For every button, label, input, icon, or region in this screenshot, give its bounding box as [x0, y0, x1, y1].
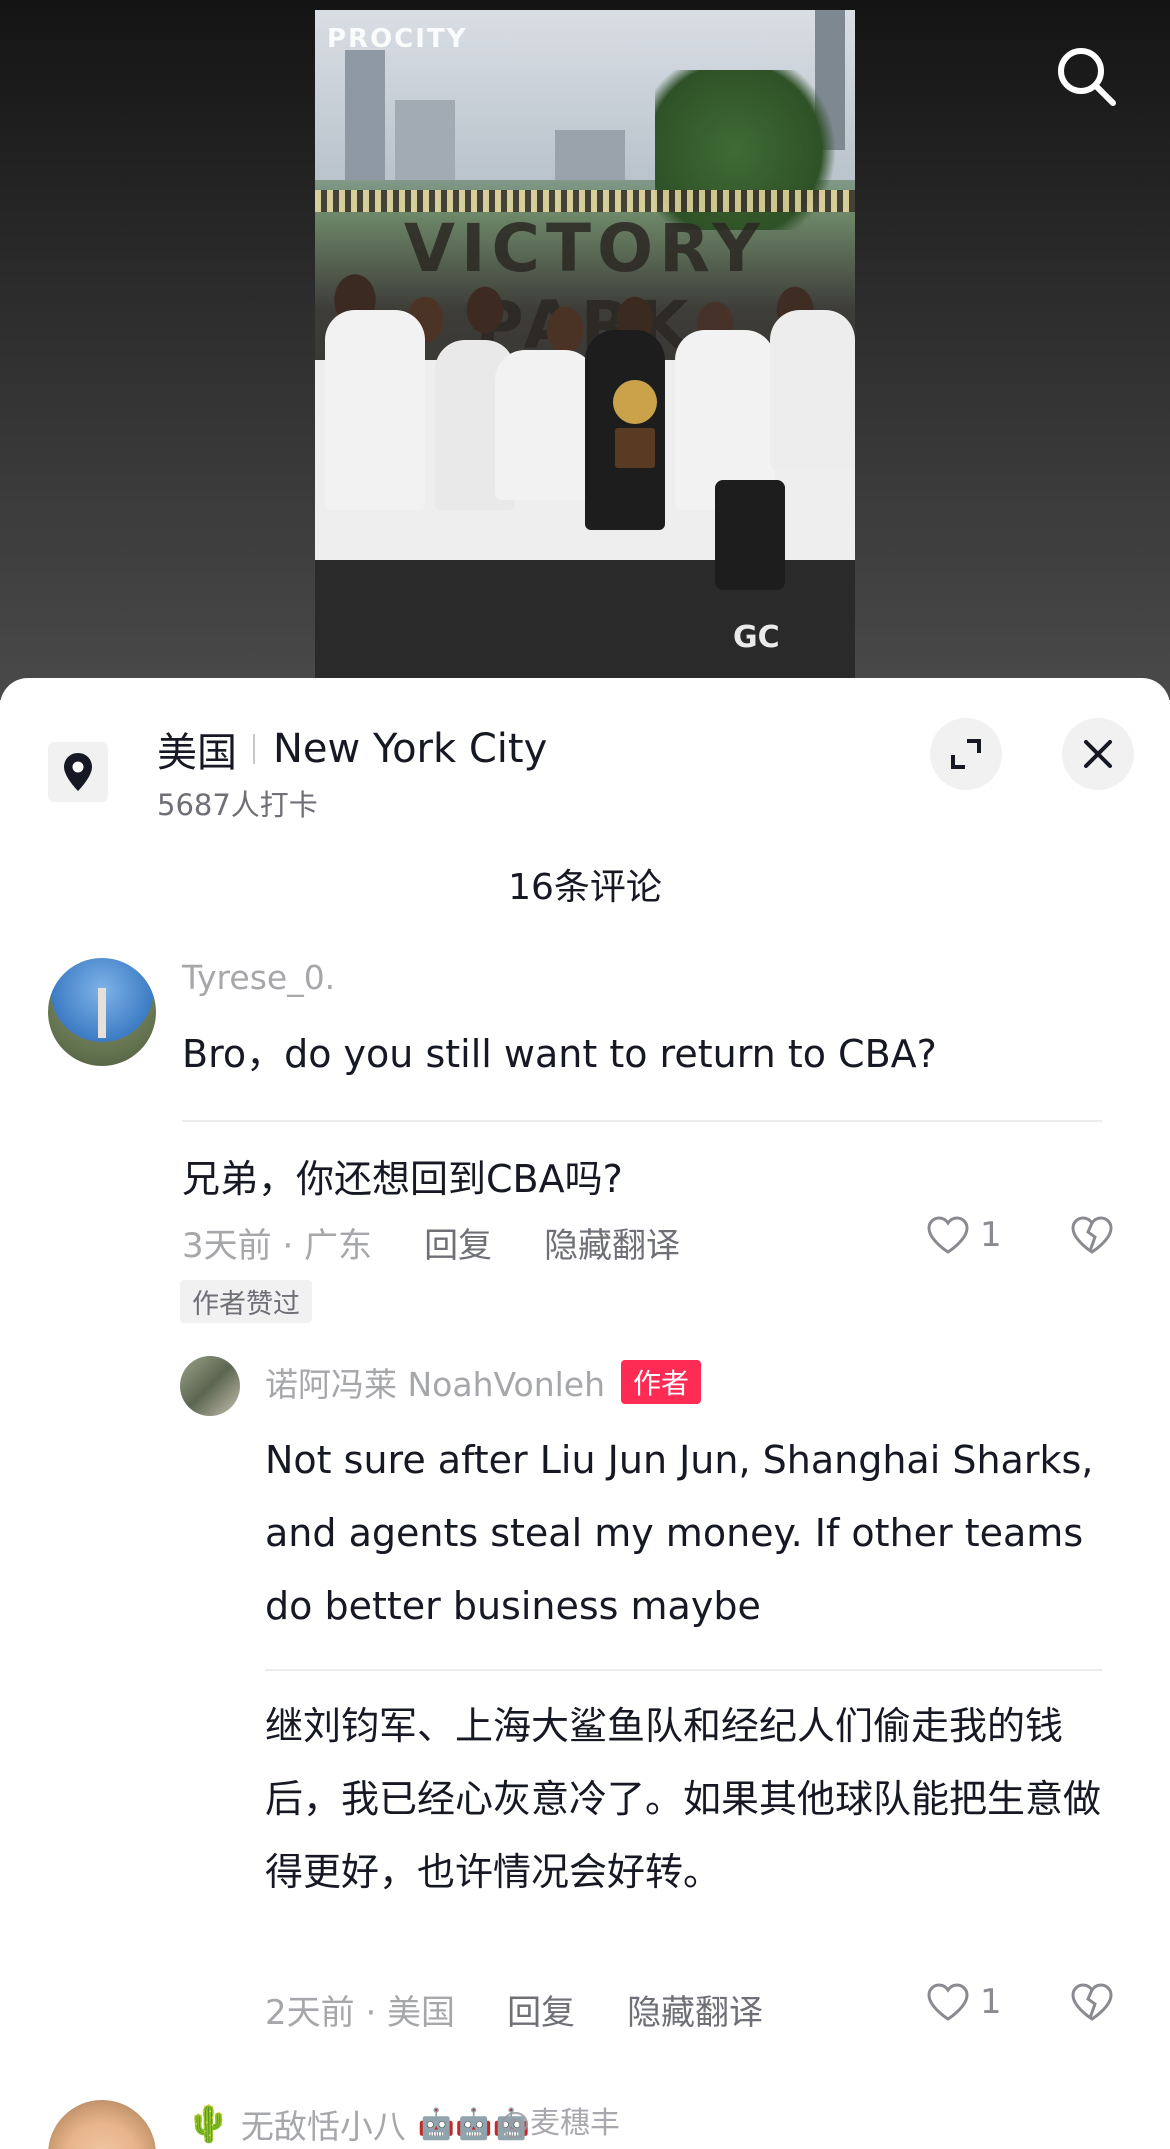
avatar[interactable] — [48, 2100, 156, 2149]
dislike-button[interactable] — [1070, 1982, 1114, 2026]
like-button[interactable]: 1 — [926, 1982, 1002, 2022]
hide-translation-button[interactable]: 隐藏翻译 — [627, 1985, 763, 2034]
comment-meta: 2天前 · 美国 回复 隐藏翻译 — [265, 1985, 763, 2034]
comments-count-title: 16条评论 — [508, 867, 662, 908]
reply-user-row: 诺阿冯莱 NoahVonleh 作者 — [265, 1358, 702, 1406]
comment-user-row: 🌵 无敌恬小八 🤖🤖🤖 — [186, 2100, 530, 2148]
weibo-watermark: @麦穗丰 — [500, 2106, 620, 2141]
author-badge: 作者 — [621, 1360, 702, 1404]
comment-translation: 继刘钧军、上海大鲨鱼队和经纪人们偷走我的钱后，我已经心灰意冷了。如果其他球队能把… — [265, 1704, 1102, 1894]
translation-divider — [265, 1669, 1102, 1671]
comments-sheet: 美国 New York City 5687人打卡 16条评论 Tyrese_0.… — [0, 678, 1170, 2149]
checkin-count: 5687人打卡 — [157, 788, 318, 822]
location-pin-icon — [64, 753, 92, 791]
photo-person — [495, 350, 595, 500]
heart-icon — [927, 1216, 969, 1254]
photo-building — [345, 50, 385, 180]
close-button[interactable] — [1062, 718, 1134, 790]
location-city: New York City — [273, 726, 548, 772]
hide-translation-button[interactable]: 隐藏翻译 — [544, 1218, 680, 1267]
photo-building — [395, 100, 455, 180]
comment-text[interactable]: Not sure after Liu Jun Jun, Shanghai Sha… — [265, 1424, 1125, 1643]
cactus-emoji: 🌵 — [186, 2104, 231, 2145]
translation-divider — [182, 1120, 1102, 1122]
comment-username[interactable]: 诺阿冯莱 NoahVonleh — [265, 1358, 605, 1406]
comment-username[interactable]: 无敌恬小八 — [241, 2100, 406, 2148]
broken-heart-icon — [1071, 1983, 1113, 2021]
heart-icon — [927, 1983, 969, 2021]
photo-brand-logo: PROCITY — [327, 24, 468, 54]
comment-text[interactable]: Bro，do you still want to return to CBA? — [182, 1023, 937, 1078]
avatar[interactable] — [180, 1356, 240, 1416]
comment-time-location: 2天前 · 美国 — [265, 1993, 456, 2033]
comment-translation: 兄弟，你还想回到CBA吗? — [182, 1157, 623, 1201]
photo-person — [770, 310, 855, 470]
location-separator — [253, 734, 255, 764]
avatar[interactable] — [48, 958, 156, 1066]
photo-building — [555, 130, 625, 180]
location-pin — [48, 742, 108, 802]
dislike-button[interactable] — [1070, 1215, 1114, 1259]
photo-sign-lights — [315, 190, 855, 212]
post-photo[interactable]: PROCITY VICTORY PARK GC — [315, 10, 855, 678]
comment-username[interactable]: Tyrese_0. — [182, 958, 335, 997]
photo-watermark: GC — [733, 620, 780, 655]
photo-trophy — [613, 380, 657, 470]
like-button[interactable]: 1 — [926, 1215, 1002, 1255]
like-count: 1 — [980, 1215, 1002, 1255]
search-icon — [1058, 48, 1116, 106]
location-country: 美国 — [157, 730, 237, 776]
photo-person — [325, 310, 425, 510]
expand-icon — [951, 739, 981, 769]
comment-meta: 3天前 · 广东 回复 隐藏翻译 — [182, 1218, 680, 1267]
search-button[interactable] — [1048, 38, 1124, 114]
expand-button[interactable] — [930, 718, 1002, 790]
author-liked-tag: 作者赞过 — [180, 1280, 312, 1323]
like-count: 1 — [980, 1982, 1002, 2022]
media-background: PROCITY VICTORY PARK GC — [0, 0, 1170, 700]
broken-heart-icon — [1071, 1216, 1113, 1254]
location-title[interactable]: 美国 New York City — [157, 720, 547, 778]
close-icon — [1084, 740, 1112, 768]
photo-backpack — [715, 480, 785, 590]
reply-button[interactable]: 回复 — [507, 1985, 575, 2034]
reply-button[interactable]: 回复 — [424, 1218, 492, 1267]
comment-time-location: 3天前 · 广东 — [182, 1226, 373, 1266]
